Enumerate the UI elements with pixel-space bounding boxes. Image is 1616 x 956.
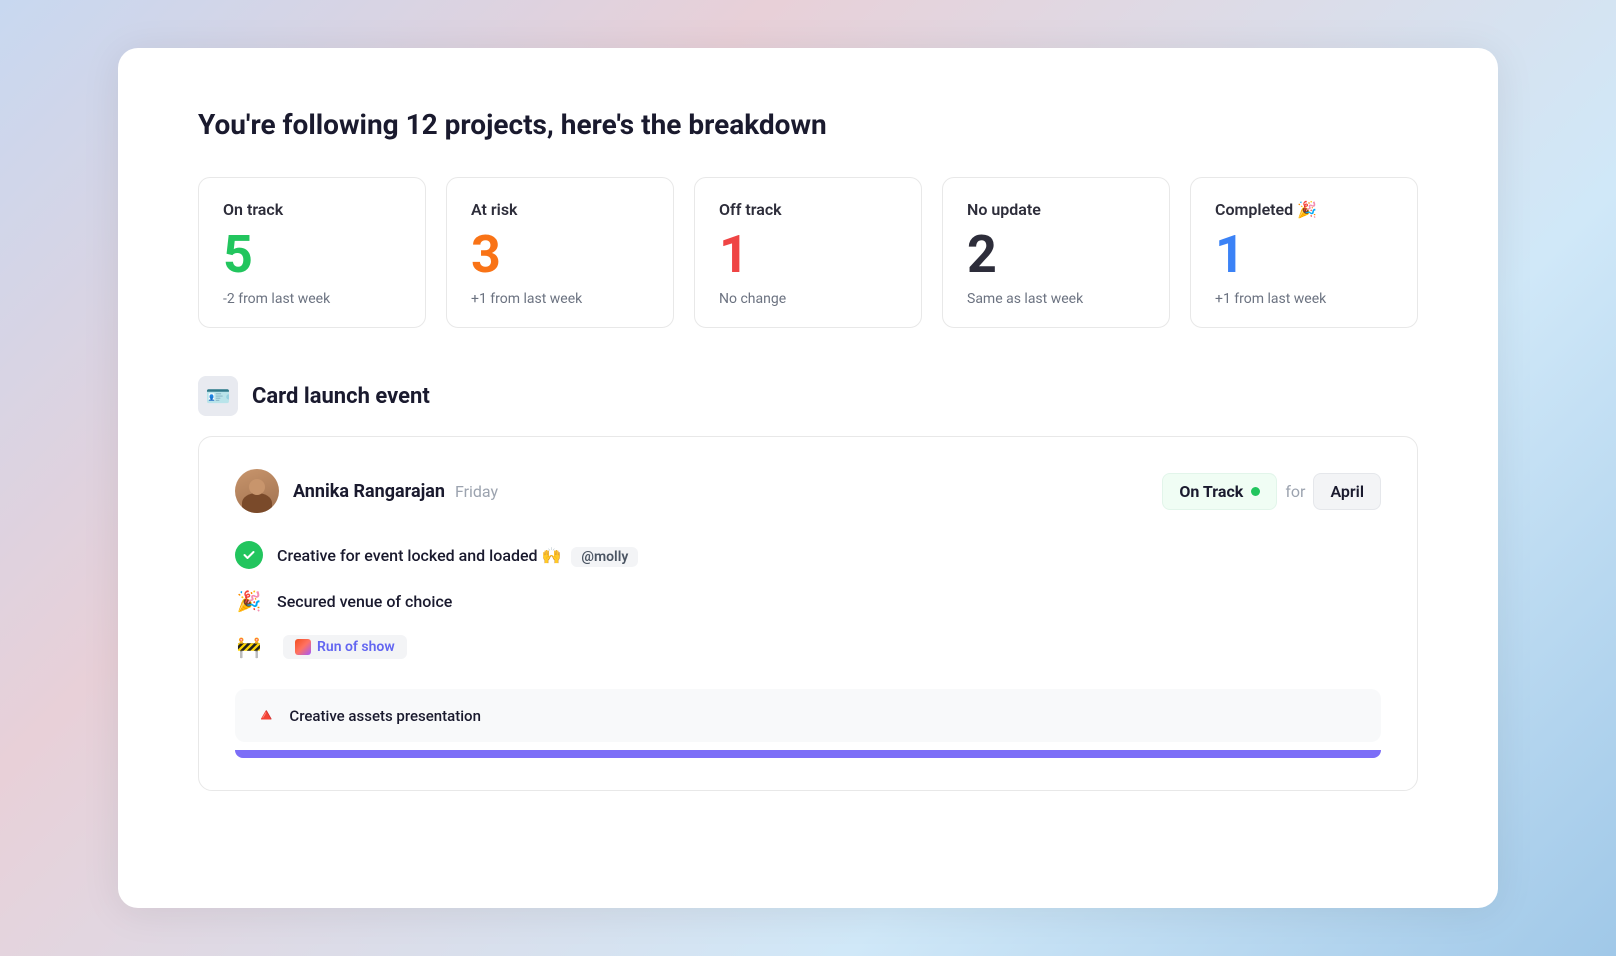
check-icon [235,541,263,569]
stat-card-off-track[interactable]: Off track 1 No change [694,177,922,328]
author-day: Friday [455,482,498,501]
item-text-1: Creative for event locked and loaded 🙌 @… [277,546,638,565]
stat-label-off-track: Off track [719,200,897,219]
stat-label-completed: Completed 🎉 [1215,200,1393,219]
stat-sub-completed: +1 from last week [1215,291,1393,307]
update-items: Creative for event locked and loaded 🙌 @… [235,541,1381,661]
stat-number-completed: 1 [1215,229,1393,281]
update-author-row: Annika Rangarajan Friday [235,469,498,513]
list-item: 🚧 Run of show [235,633,1381,661]
author-name: Annika Rangarajan [293,481,445,502]
main-card: You're following 12 projects, here's the… [118,48,1498,908]
party-emoji-icon: 🎉 [235,587,263,615]
stat-label-on-track: On track [223,200,401,219]
author-info: Annika Rangarajan Friday [293,481,498,502]
stats-row: On track 5 -2 from last week At risk 3 +… [198,177,1418,328]
progress-bar [235,750,1381,758]
stat-number-at-risk: 3 [471,229,649,281]
stat-sub-no-update: Same as last week [967,291,1145,307]
mention-tag[interactable]: @molly [571,547,638,567]
stat-sub-at-risk: +1 from last week [471,291,649,307]
for-text: for [1285,482,1305,501]
section-icon: 🪪 [198,376,238,416]
update-card: Annika Rangarajan Friday On Track for Ap… [198,436,1418,791]
status-badge-row: On Track for April [1162,473,1381,510]
on-track-badge[interactable]: On Track [1162,473,1277,510]
page-title: You're following 12 projects, here's the… [198,108,1418,141]
section-header: 🪪 Card launch event [198,376,1418,416]
asset-card[interactable]: 🔺 Creative assets presentation [235,689,1381,742]
stat-label-at-risk: At risk [471,200,649,219]
stat-card-no-update[interactable]: No update 2 Same as last week [942,177,1170,328]
stat-number-off-track: 1 [719,229,897,281]
construction-emoji-icon: 🚧 [235,633,263,661]
item-text-2: Secured venue of choice [277,592,452,611]
google-drive-icon: 🔺 [255,705,277,726]
stat-card-on-track[interactable]: On track 5 -2 from last week [198,177,426,328]
month-badge[interactable]: April [1313,473,1381,510]
green-dot-icon [1251,487,1260,496]
stat-number-no-update: 2 [967,229,1145,281]
asset-text: Creative assets presentation [289,707,481,725]
list-item: 🎉 Secured venue of choice [235,587,1381,615]
item-text-3: Run of show [277,635,407,659]
stat-number-on-track: 5 [223,229,401,281]
avatar [235,469,279,513]
stat-sub-off-track: No change [719,291,897,307]
stat-card-completed[interactable]: Completed 🎉 1 +1 from last week [1190,177,1418,328]
stat-label-no-update: No update [967,200,1145,219]
figma-icon [295,639,311,655]
section-title: Card launch event [252,384,430,409]
run-of-show-link[interactable]: Run of show [283,635,407,659]
stat-card-at-risk[interactable]: At risk 3 +1 from last week [446,177,674,328]
stat-sub-on-track: -2 from last week [223,291,401,307]
update-header: Annika Rangarajan Friday On Track for Ap… [235,469,1381,513]
list-item: Creative for event locked and loaded 🙌 @… [235,541,1381,569]
on-track-label: On Track [1179,482,1243,501]
